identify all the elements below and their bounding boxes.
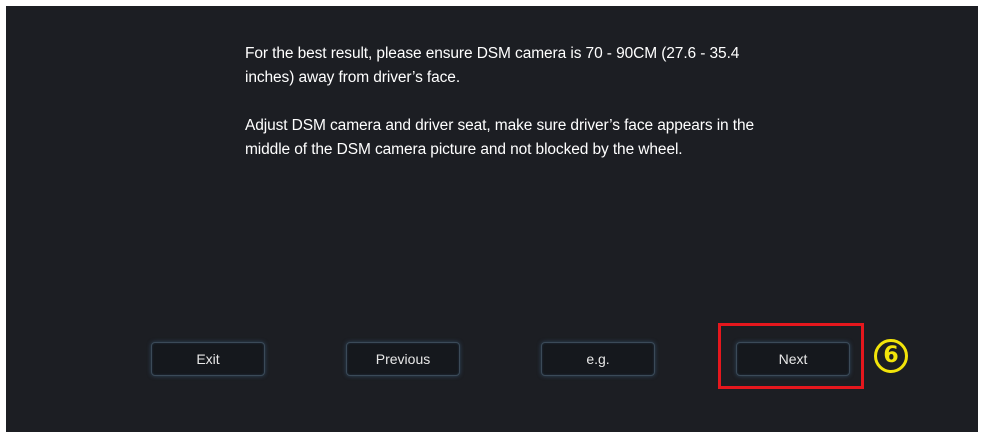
previous-button[interactable]: Previous — [346, 342, 460, 376]
step-number: 6 — [883, 343, 899, 368]
next-button[interactable]: Next — [736, 342, 850, 376]
exit-button[interactable]: Exit — [151, 342, 265, 376]
calibration-screen: For the best result, please ensure DSM c… — [6, 6, 978, 432]
example-button[interactable]: e.g. — [541, 342, 655, 376]
distance-instruction: For the best result, please ensure DSM c… — [245, 45, 740, 86]
step-number-marker: 6 — [874, 339, 908, 373]
adjustment-instruction: Adjust DSM camera and driver seat, make … — [245, 117, 755, 158]
instructions-panel: For the best result, please ensure DSM c… — [245, 42, 785, 186]
